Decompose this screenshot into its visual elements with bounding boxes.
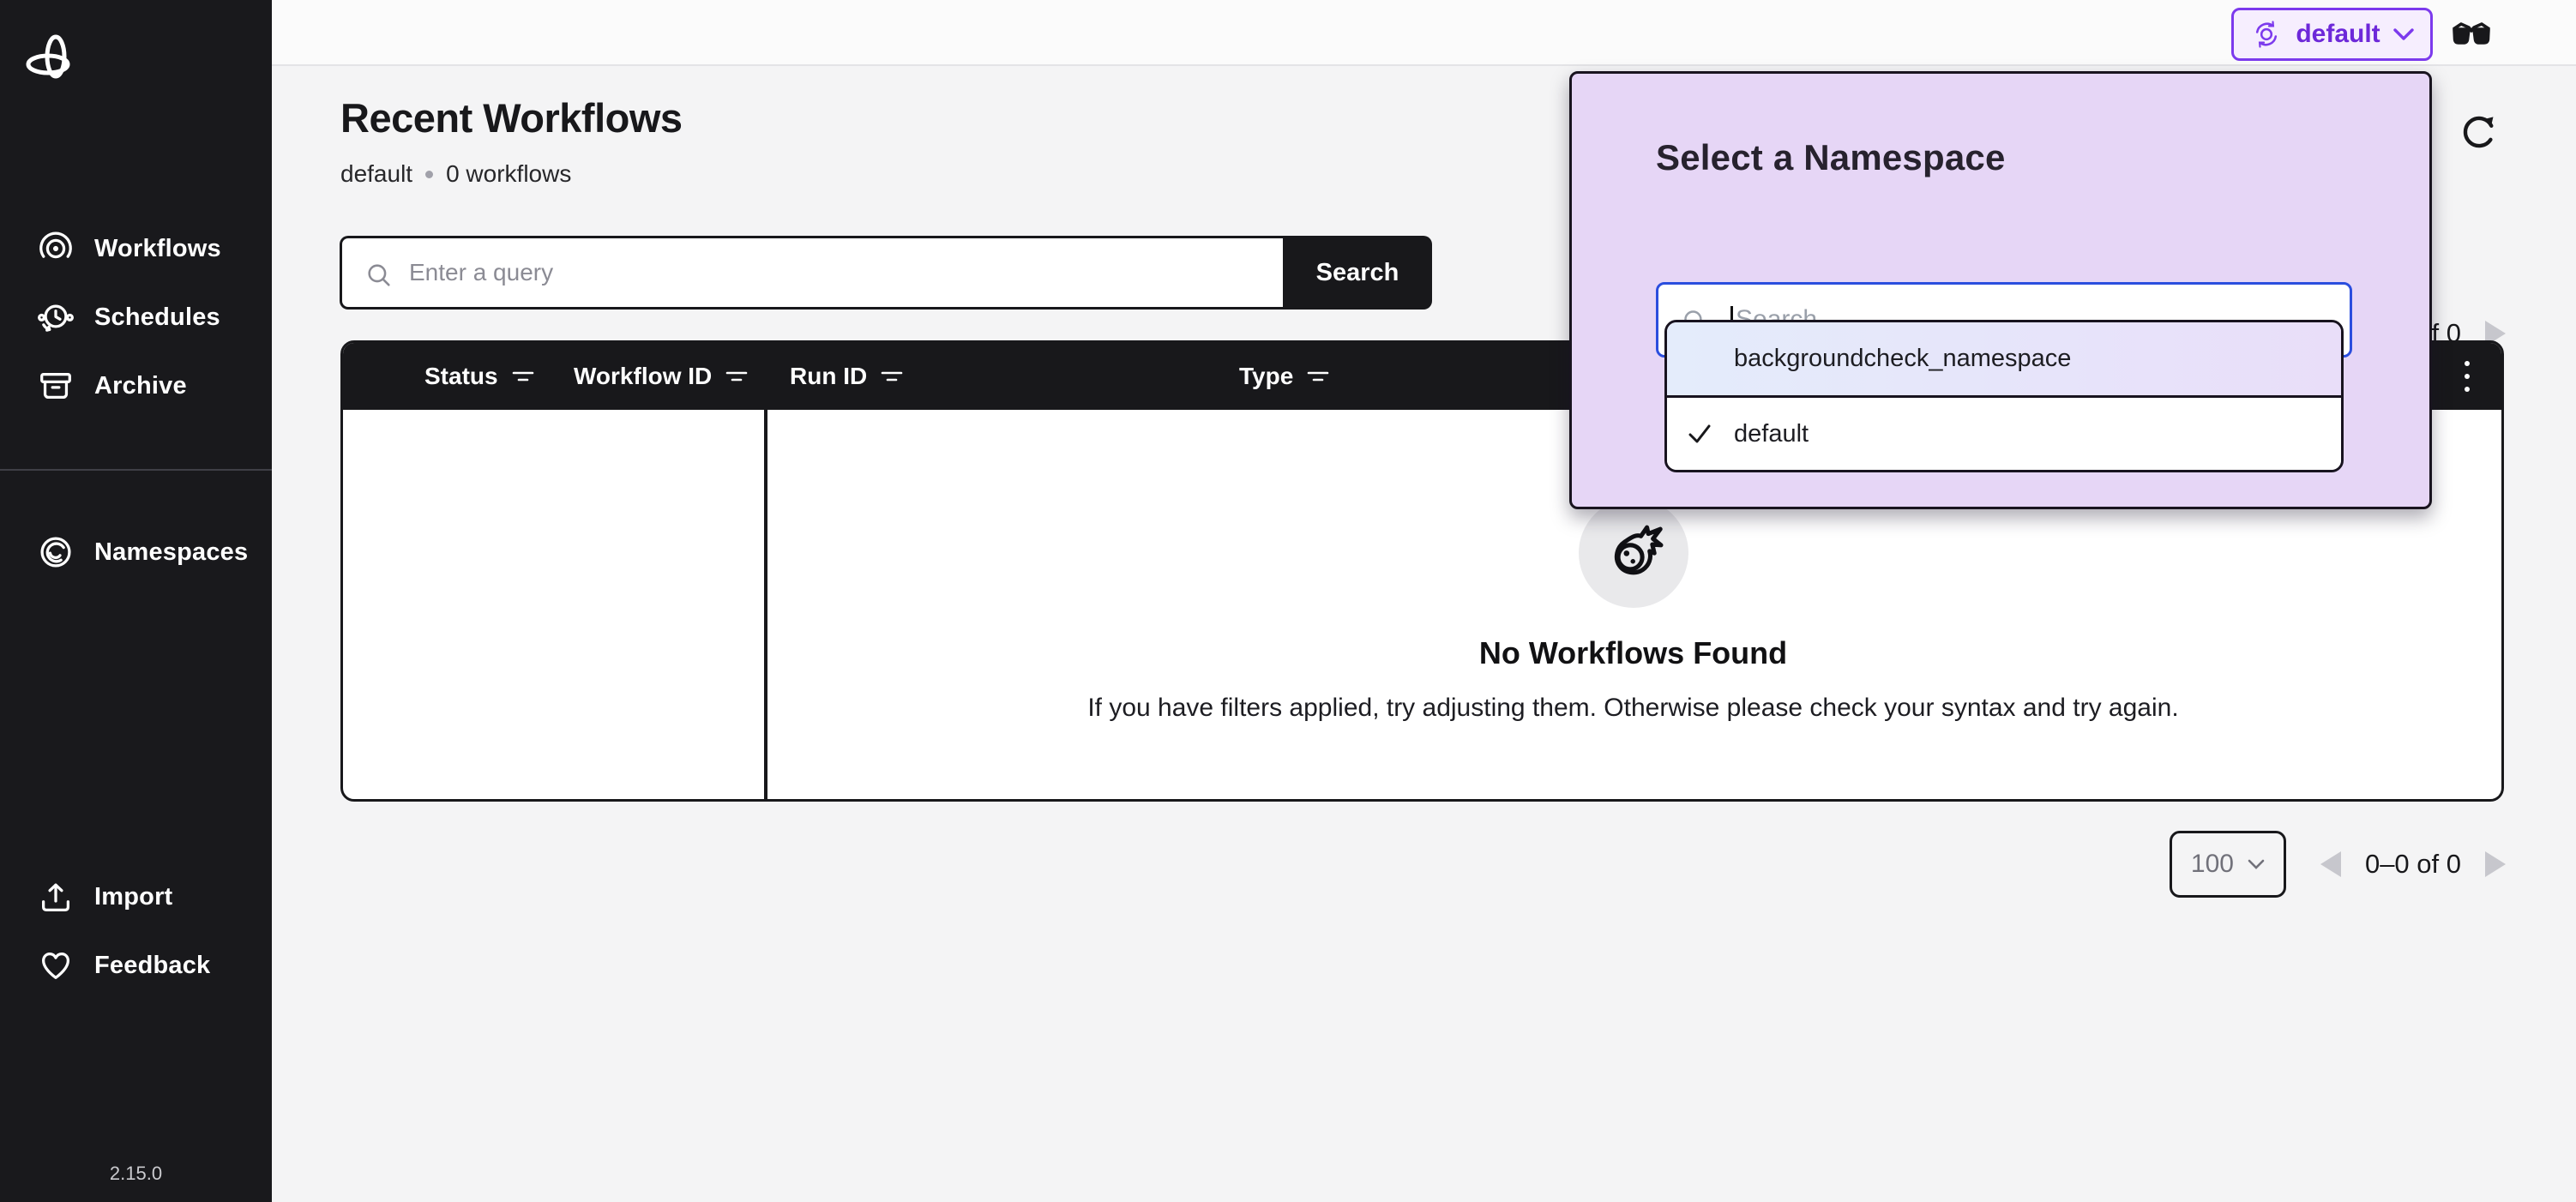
namespace-switcher-icon (2249, 17, 2284, 51)
per-page-select[interactable]: 100 (2170, 831, 2286, 898)
schedules-icon (36, 297, 75, 337)
sidebar-item-archive[interactable]: Archive (0, 352, 272, 420)
app-root: Workflows Schedules Archive (0, 0, 2576, 1202)
column-header-type[interactable]: Type (1239, 343, 1329, 410)
sidebar-item-schedules[interactable]: Schedules (0, 283, 272, 352)
filter-icon (1307, 367, 1329, 386)
sidebar-item-label: Schedules (94, 304, 220, 332)
namespace-option-backgroundcheck[interactable]: backgroundcheck_namespace (1667, 322, 2341, 398)
per-page-value: 100 (2191, 850, 2234, 879)
page-subtitle: default 0 workflows (340, 160, 571, 188)
namespace-option-label: default (1734, 420, 1809, 448)
pagination-range: 0–0 of 0 (2365, 849, 2461, 880)
sidebar: Workflows Schedules Archive (0, 0, 272, 1202)
subtitle-namespace: default (340, 160, 412, 188)
filter-icon (881, 367, 903, 386)
sidebar-item-label: Workflows (94, 235, 221, 263)
subtitle-workflow-count: 0 workflows (446, 160, 571, 188)
filter-icon (512, 367, 534, 386)
namespace-list: backgroundcheck_namespace default (1664, 320, 2344, 472)
column-label: Run ID (790, 363, 867, 390)
column-header-workflow-id[interactable]: Workflow ID (574, 343, 748, 410)
refresh-icon[interactable] (2457, 111, 2501, 155)
temporal-logo-icon[interactable] (24, 33, 79, 87)
sidebar-divider (0, 469, 272, 471)
dot-separator (425, 171, 433, 178)
import-upload-icon (36, 877, 75, 917)
sidebar-item-label: Archive (94, 372, 187, 400)
pagination-bottom: 100 0–0 of 0 (2170, 831, 2506, 898)
filter-icon (725, 367, 748, 386)
empty-state-badge (1579, 498, 1688, 608)
archive-icon (36, 366, 75, 406)
column-label: Workflow ID (574, 363, 712, 390)
labs-glasses-icon[interactable] (2451, 19, 2492, 51)
chevron-down-icon (2248, 859, 2265, 870)
column-label: Type (1239, 363, 1293, 390)
query-input-wrap (340, 236, 1283, 310)
sidebar-item-label: Import (94, 883, 172, 911)
namespace-option-label: backgroundcheck_namespace (1734, 345, 2071, 373)
namespace-panel-title: Select a Namespace (1656, 137, 2006, 178)
namespace-option-default[interactable]: default (1667, 398, 2341, 470)
workflows-icon (36, 229, 75, 268)
topbar: default (272, 0, 2576, 66)
sidebar-item-workflows[interactable]: Workflows (0, 214, 272, 283)
sidebar-item-namespaces[interactable]: Namespaces (0, 518, 272, 586)
column-header-run-id[interactable]: Run ID (790, 343, 903, 410)
checkmark-icon (1686, 420, 1713, 448)
page-title: Recent Workflows (340, 94, 683, 141)
search-button[interactable]: Search (1283, 236, 1432, 310)
query-input[interactable] (342, 238, 1283, 307)
app-version: 2.15.0 (0, 1163, 272, 1185)
table-menu-kebab-icon[interactable] (2448, 358, 2486, 395)
chevron-down-icon (2392, 27, 2415, 41)
feedback-heart-icon (36, 946, 75, 985)
workflow-query-bar: Search (340, 236, 1432, 310)
empty-state-message: If you have filters applied, try adjusti… (1087, 694, 2178, 723)
sidebar-item-import[interactable]: Import (0, 862, 272, 931)
column-label: Status (424, 363, 498, 390)
prev-page-icon[interactable] (2320, 851, 2341, 877)
column-header-status[interactable]: Status (424, 343, 534, 410)
namespace-switcher-button[interactable]: default (2231, 8, 2433, 61)
sidebar-item-label: Namespaces (94, 538, 248, 567)
namespace-switcher-label: default (2296, 20, 2380, 49)
sidebar-item-label: Feedback (94, 952, 210, 980)
next-page-icon[interactable] (2485, 851, 2506, 877)
comet-icon (1600, 520, 1667, 586)
sidebar-item-feedback[interactable]: Feedback (0, 931, 272, 1000)
namespace-select-panel: Select a Namespace backgroundcheck_names… (1569, 71, 2432, 509)
namespaces-icon (36, 532, 75, 572)
empty-state-title: No Workflows Found (1479, 635, 1787, 671)
